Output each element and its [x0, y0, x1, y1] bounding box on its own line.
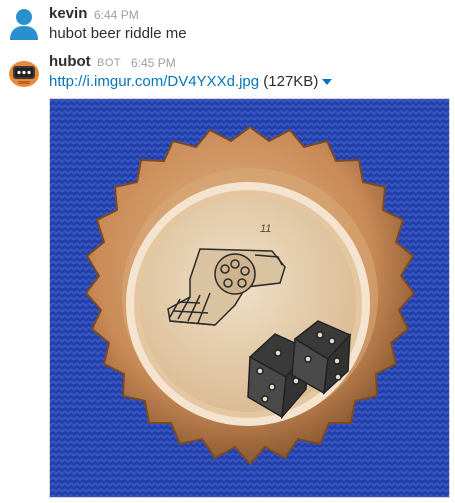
file-size: (127KB): [263, 73, 319, 90]
message-kevin: kevin 6:44 PM hubot beer riddle me: [0, 0, 455, 50]
chevron-down-icon[interactable]: [322, 79, 333, 86]
bottle-cap-image: 11: [50, 99, 449, 497]
bot-badge: BOT: [97, 57, 122, 69]
message-text: hubot beer riddle me: [49, 25, 187, 42]
image-link[interactable]: http://i.imgur.com/DV4YXXd.jpg: [49, 73, 259, 90]
user-avatar[interactable]: [6, 4, 42, 40]
cap-number: 11: [260, 223, 271, 235]
message-timestamp[interactable]: 6:45 PM: [131, 56, 176, 70]
author-name[interactable]: hubot: [49, 53, 91, 70]
bot-avatar[interactable]: [6, 54, 42, 90]
attachment-link-line: http://i.imgur.com/DV4YXXd.jpg (127KB): [49, 73, 333, 90]
attachment-image[interactable]: 11: [49, 98, 450, 498]
message-timestamp[interactable]: 6:44 PM: [94, 8, 139, 22]
author-name[interactable]: kevin: [49, 5, 87, 22]
user-silhouette-icon: [6, 4, 42, 40]
hubot-robot-icon: [6, 54, 42, 90]
